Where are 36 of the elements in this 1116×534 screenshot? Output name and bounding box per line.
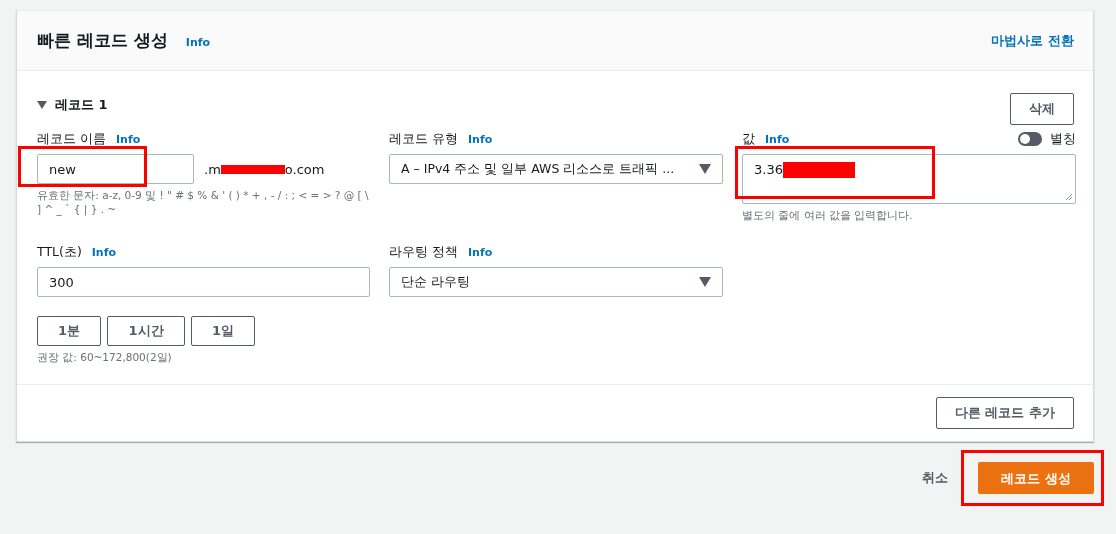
record-type-select[interactable]: A – IPv4 주소 및 일부 AWS 리소스로 트래픽 ... <box>389 154 723 184</box>
field-label: 레코드 이름 <box>37 130 106 148</box>
hint-text: 별도의 줄에 여러 값을 입력합니다. <box>742 208 914 222</box>
cancel-link[interactable]: 취소 <box>922 469 948 487</box>
info-link[interactable]: Info <box>91 245 117 259</box>
dropdown-icon <box>699 164 711 174</box>
field-label: 라우팅 정책 <box>389 243 458 261</box>
ttl-preset-button[interactable]: 1분 <box>37 316 101 346</box>
hint-text: 유효한 문자: a-z, 0-9 및 ! " # $ % & ' ( ) * + , - / : ; < = > ? @ [ \ ] ^ _ ` { | } . ~ <box>37 188 370 216</box>
hint-text: 권장 값: 60~172,800(2일) <box>37 350 173 364</box>
ttl-preset-button[interactable]: 1시간 <box>107 316 185 346</box>
panel-title: 빠른 레코드 생성 <box>37 29 168 52</box>
field-label: 값 <box>742 130 755 148</box>
dropdown-icon <box>699 277 711 287</box>
alias-label: 별칭 <box>1050 130 1076 148</box>
info-link[interactable]: Info <box>765 132 790 146</box>
field-label: 레코드 유형 <box>389 130 458 148</box>
ttl-field[interactable]: 300 <box>37 267 370 297</box>
info-link[interactable]: Info <box>468 132 493 146</box>
wizard-link[interactable]: 마법사로 전환 <box>991 31 1074 50</box>
record-name-field[interactable]: new <box>37 154 194 184</box>
info-link[interactable]: Info <box>468 245 493 259</box>
caret-icon[interactable] <box>37 100 47 110</box>
value-field[interactable]: 3.36 <box>742 154 1076 204</box>
resize-handle-icon[interactable] <box>1065 193 1073 201</box>
info-link[interactable]: Info <box>185 36 211 49</box>
record-heading: 레코드 1 <box>55 96 108 114</box>
ttl-preset-button[interactable]: 1일 <box>191 316 255 346</box>
delete-button[interactable]: 삭제 <box>1010 93 1074 125</box>
routing-policy-select[interactable]: 단순 라우팅 <box>389 267 723 297</box>
info-link[interactable]: Info <box>116 132 141 146</box>
domain-suffix: .m <box>204 161 221 177</box>
add-record-button[interactable]: 다른 레코드 추가 <box>935 397 1074 429</box>
domain-suffix: o.com <box>284 161 325 177</box>
alias-toggle[interactable] <box>1018 132 1042 146</box>
field-label: TTL(초) <box>37 243 82 261</box>
